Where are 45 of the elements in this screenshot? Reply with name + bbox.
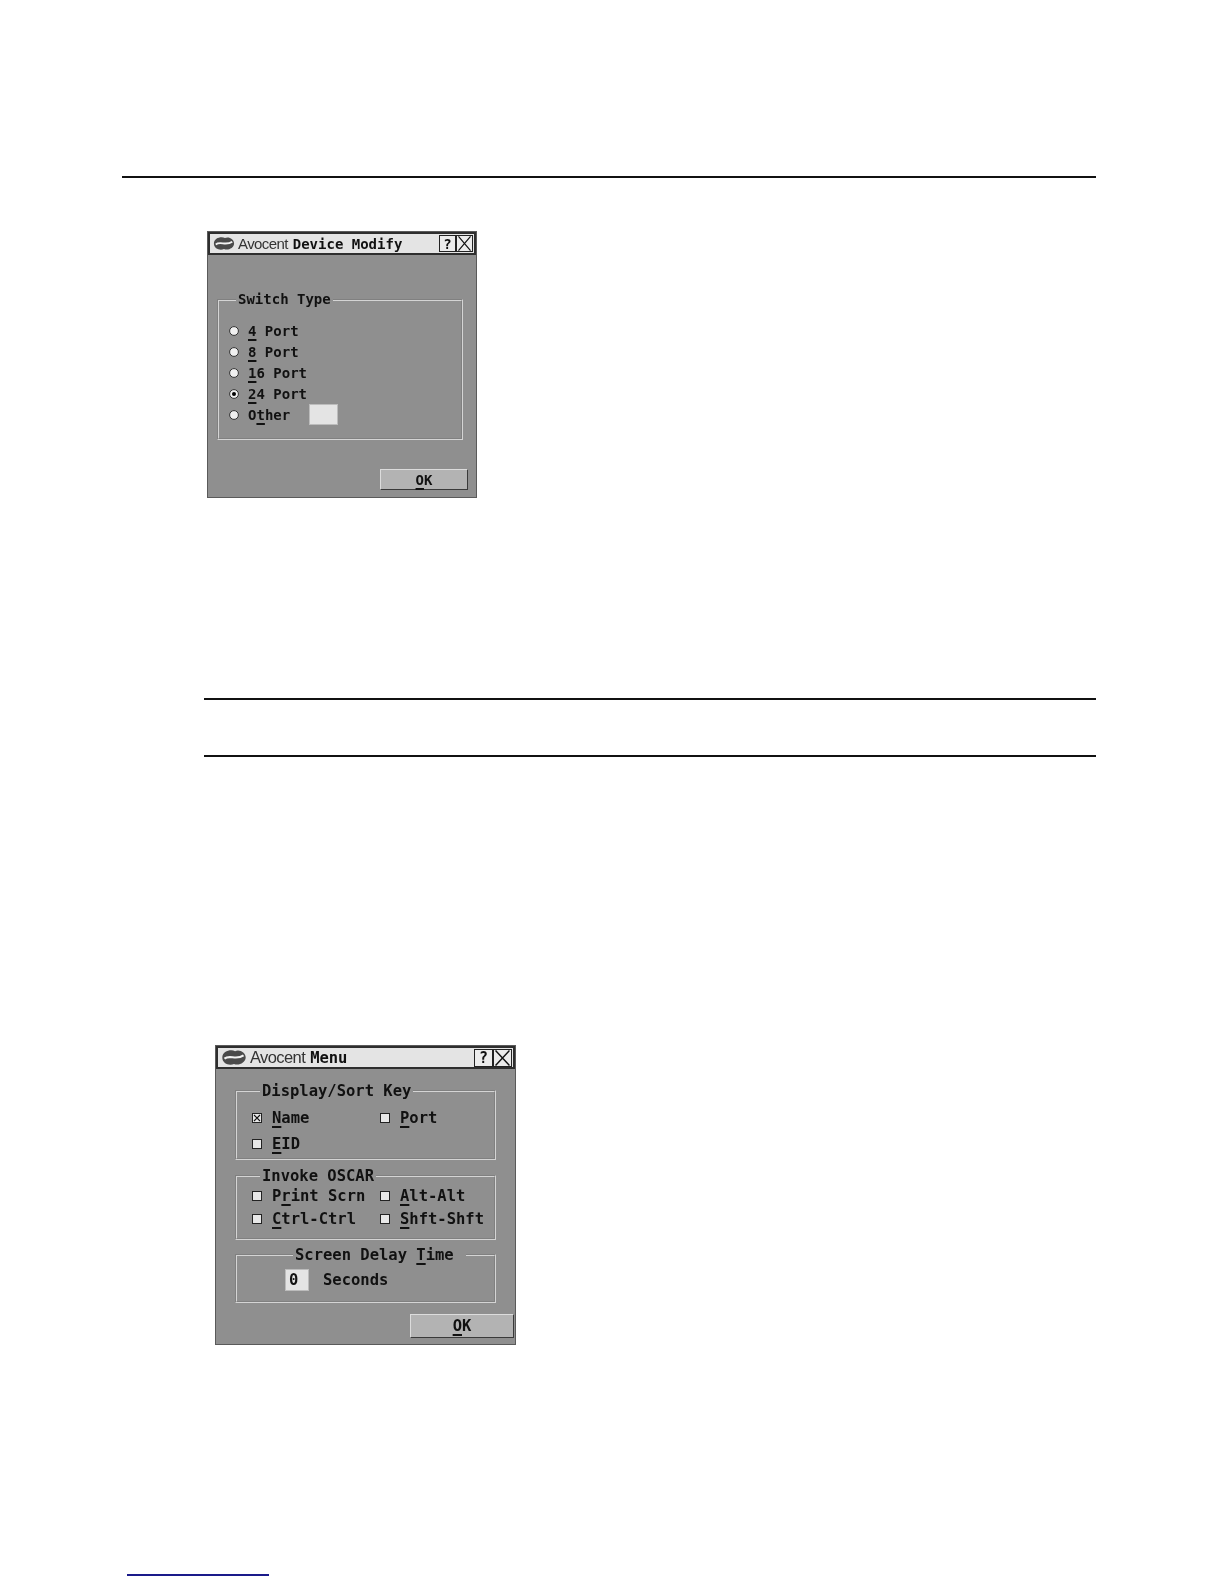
- help-button[interactable]: ?: [474, 1048, 493, 1067]
- checkbox[interactable]: [252, 1213, 262, 1224]
- checkbox[interactable]: [380, 1213, 390, 1224]
- brand-name: Avocent: [250, 1048, 306, 1067]
- option-label: Print Scrn: [272, 1185, 366, 1206]
- window-title: Menu: [310, 1048, 348, 1067]
- close-icon: [458, 236, 471, 251]
- brand-name: Avocent: [238, 235, 288, 252]
- ok-button[interactable]: OK: [380, 469, 468, 490]
- option-label: Port: [400, 1107, 438, 1128]
- unit-label: Seconds: [323, 1270, 389, 1290]
- input-field[interactable]: 0: [285, 1269, 309, 1291]
- option-label: 8 Port: [248, 342, 299, 362]
- option-label: 24 Port: [248, 384, 307, 404]
- logo-icon: [213, 236, 235, 251]
- option-label: Name: [272, 1107, 310, 1128]
- help-button[interactable]: ?: [439, 235, 456, 252]
- group-title: Switch Type: [237, 291, 332, 308]
- checkbox[interactable]: [380, 1190, 390, 1201]
- radio-button[interactable]: [229, 388, 239, 399]
- checkbox[interactable]: [252, 1190, 262, 1201]
- option-label: Alt-Alt: [400, 1185, 466, 1206]
- radio-button[interactable]: [229, 325, 239, 336]
- group-title: Display/Sort Key: [261, 1082, 413, 1100]
- close-icon: [495, 1049, 510, 1066]
- close-button[interactable]: [493, 1048, 512, 1067]
- group-title: Screen Delay Time: [294, 1246, 455, 1264]
- group-title: Invoke OSCAR: [261, 1167, 375, 1185]
- option-label: EID: [272, 1133, 300, 1154]
- option-label: 16 Port: [248, 363, 307, 383]
- ok-button[interactable]: OK: [410, 1314, 514, 1338]
- close-button[interactable]: [456, 235, 473, 252]
- option-label: Other: [248, 405, 291, 425]
- option-label: Shft-Shft: [400, 1208, 484, 1229]
- option-label: 4 Port: [248, 321, 299, 341]
- input-field[interactable]: [309, 404, 339, 425]
- window-title: Device Modify: [292, 235, 403, 252]
- option-label: Ctrl-Ctrl: [272, 1208, 356, 1229]
- radio-button[interactable]: [229, 409, 239, 420]
- radio-button[interactable]: [229, 346, 239, 357]
- checkbox[interactable]: [252, 1112, 262, 1123]
- checkbox[interactable]: [252, 1138, 262, 1149]
- radio-button[interactable]: [229, 367, 239, 378]
- logo-icon: [221, 1049, 247, 1066]
- checkbox[interactable]: [380, 1112, 390, 1123]
